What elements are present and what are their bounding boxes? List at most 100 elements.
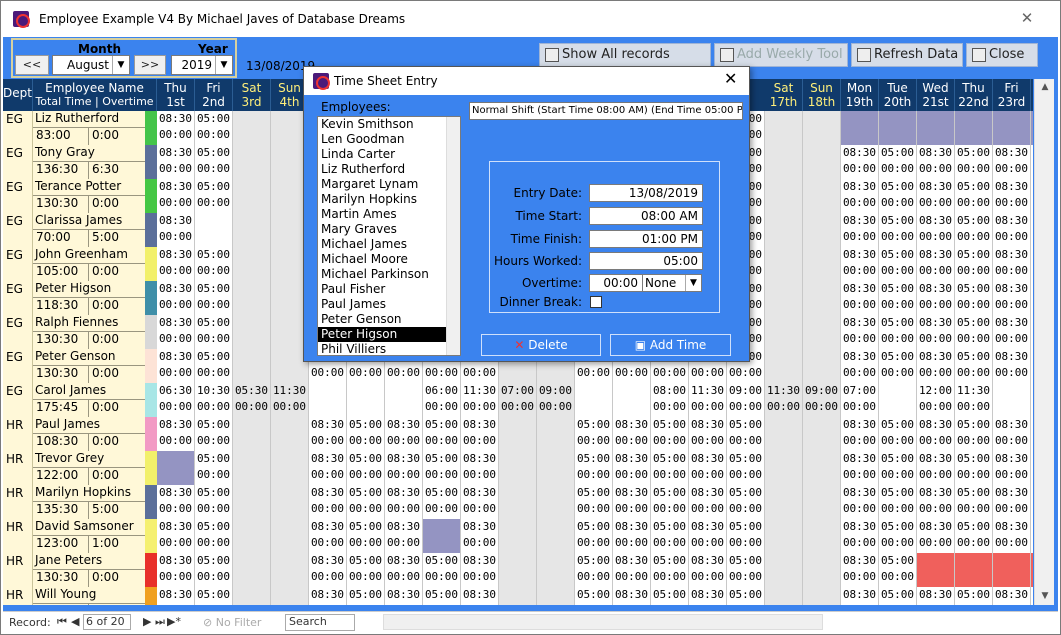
day-cell[interactable] xyxy=(765,553,803,587)
day-cell[interactable] xyxy=(195,213,233,247)
day-cell[interactable]: 08:30 00:00 xyxy=(385,553,423,587)
employees-listbox[interactable]: Kevin Smithson Len Goodman Linda Carter Liz… xyxy=(317,116,461,356)
day-cell[interactable]: 05:00 00:00 xyxy=(955,349,993,383)
list-item[interactable]: Michael Parkinson xyxy=(318,267,460,282)
day-cell[interactable] xyxy=(803,179,841,213)
day-cell[interactable]: 05:00 00:00 xyxy=(879,213,917,247)
day-cell[interactable]: 09:00 00:00 xyxy=(537,383,575,417)
employee-name-cell[interactable]: Peter Higson xyxy=(33,281,145,298)
day-cell[interactable] xyxy=(537,417,575,451)
day-cell[interactable]: 05:00 00:00 xyxy=(1031,213,1033,247)
day-cell[interactable]: 11:30 00:00 xyxy=(271,383,309,417)
day-cell[interactable]: 05:00 00:00 xyxy=(1031,587,1033,605)
day-cell[interactable]: 05:00 00:00 xyxy=(651,485,689,519)
day-cell[interactable] xyxy=(765,417,803,451)
day-cell[interactable]: 05:00 00:00 xyxy=(955,451,993,485)
day-cell[interactable]: 10:30 00:00 xyxy=(195,383,233,417)
day-cell[interactable]: 05:00 00:00 xyxy=(955,247,993,281)
day-cell[interactable] xyxy=(233,417,271,451)
day-cell[interactable] xyxy=(537,553,575,587)
day-cell[interactable]: 05:00 00:00 xyxy=(879,587,917,605)
add-time-button[interactable]: ▣ Add Time xyxy=(610,334,731,356)
day-cell[interactable] xyxy=(347,383,385,417)
day-cell[interactable]: 05:00 00:00 xyxy=(879,485,917,519)
day-cell[interactable]: 08:30 00:00 xyxy=(993,179,1031,213)
day-cell[interactable]: 05:00 00:00 xyxy=(195,587,233,605)
day-cell[interactable]: 05:00 00:00 xyxy=(1031,247,1033,281)
day-cell[interactable]: 08:30 00:00 xyxy=(841,179,879,213)
day-cell[interactable]: 08:30 00:00 xyxy=(993,145,1031,179)
day-cell[interactable]: 05:00 00:00 xyxy=(955,179,993,213)
list-item[interactable]: Peter Higson xyxy=(318,327,460,342)
search-input[interactable]: Search xyxy=(285,614,355,631)
day-cell[interactable] xyxy=(765,451,803,485)
day-cell[interactable]: 08:30 00:00 xyxy=(157,519,195,553)
day-cell[interactable]: 08:30 00:00 xyxy=(385,417,423,451)
day-cell[interactable]: 05:00 00:00 xyxy=(879,247,917,281)
day-cell[interactable]: 05:00 00:00 xyxy=(879,553,917,587)
day-cell[interactable] xyxy=(765,145,803,179)
day-cell[interactable]: 05:00 00:00 xyxy=(955,281,993,315)
day-cell[interactable] xyxy=(803,451,841,485)
day-cell[interactable] xyxy=(1031,553,1033,587)
day-cell[interactable] xyxy=(955,553,993,587)
day-cell[interactable] xyxy=(499,417,537,451)
employee-name-cell[interactable]: David Samsoner xyxy=(33,519,145,536)
employee-name-cell[interactable]: Paul James xyxy=(33,417,145,434)
day-cell[interactable] xyxy=(233,145,271,179)
day-cell[interactable]: 05:00 00:00 xyxy=(423,417,461,451)
employee-name-cell[interactable]: Tony Gray xyxy=(33,145,145,162)
day-cell[interactable] xyxy=(765,315,803,349)
table-row[interactable]: HRWill Young130:300:0008:30 00:0005:00 0… xyxy=(3,587,1033,605)
day-cell[interactable] xyxy=(1031,111,1033,145)
day-cell[interactable] xyxy=(765,179,803,213)
table-row[interactable]: HR Jane Peters 130:30 0:00 08:30 00:00 05:00 … xyxy=(3,553,1033,587)
day-cell[interactable]: 08:30 00:00 xyxy=(157,111,195,145)
employee-name-cell[interactable]: Terance Potter xyxy=(33,179,145,196)
day-cell[interactable]: 08:30 00:00 xyxy=(157,179,195,213)
time-finish-field[interactable]: 01:00 PM xyxy=(589,230,703,248)
day-cell[interactable]: 08:30 00:00 xyxy=(461,519,499,553)
day-cell[interactable]: 08:30 00:00 xyxy=(917,587,955,605)
day-cell[interactable]: 05:00 00:00 xyxy=(575,519,613,553)
day-cell[interactable] xyxy=(803,349,841,383)
day-cell[interactable]: 05:00 00:00 xyxy=(347,587,385,605)
day-cell[interactable]: 05:00 00:00 xyxy=(1031,519,1033,553)
add-weekly-tool-button[interactable]: Add Weekly Tool xyxy=(714,43,848,67)
employee-name-cell[interactable]: Marilyn Hopkins xyxy=(33,485,145,502)
day-cell[interactable]: 08:30 00:00 xyxy=(613,587,651,605)
overtime-field[interactable]: 00:00 xyxy=(589,274,643,292)
day-cell[interactable]: 05:00 00:00 xyxy=(651,553,689,587)
day-cell[interactable]: 08:30 00:00 xyxy=(309,553,347,587)
day-cell[interactable]: 07:00 00:00 xyxy=(841,383,879,417)
day-cell[interactable]: 08:30 00:00 xyxy=(689,451,727,485)
day-cell[interactable] xyxy=(271,553,309,587)
day-cell[interactable]: 05:00 00:00 xyxy=(955,587,993,605)
day-cell[interactable]: 05:00 00:00 xyxy=(879,179,917,213)
day-cell[interactable]: 08:30 00:00 xyxy=(993,587,1031,605)
day-cell[interactable]: 05:00 00:00 xyxy=(195,145,233,179)
day-cell[interactable] xyxy=(955,111,993,145)
day-cell[interactable]: 05:00 00:00 xyxy=(955,213,993,247)
day-cell[interactable]: 05:00 00:00 xyxy=(651,417,689,451)
window-close-button[interactable]: ✕ xyxy=(1017,7,1037,29)
day-cell[interactable]: 05:00 00:00 xyxy=(1031,281,1033,315)
day-cell[interactable]: 08:30 00:00 xyxy=(157,349,195,383)
day-cell[interactable] xyxy=(499,587,537,605)
day-cell[interactable]: 05:00 00:00 xyxy=(1031,417,1033,451)
day-cell[interactable]: 05:00 00:00 xyxy=(347,485,385,519)
day-cell[interactable] xyxy=(157,451,195,485)
day-cell[interactable] xyxy=(233,587,271,605)
day-cell[interactable]: 05:00 00:00 xyxy=(195,485,233,519)
day-cell[interactable]: 05:00 00:00 xyxy=(423,451,461,485)
day-cell[interactable]: 08:30 00:00 xyxy=(841,247,879,281)
day-cell[interactable] xyxy=(499,485,537,519)
list-item[interactable]: Mary Graves xyxy=(318,222,460,237)
delete-button[interactable]: ✕ Delete xyxy=(481,334,601,356)
day-cell[interactable]: 05:00 00:00 xyxy=(879,281,917,315)
list-scrollbar[interactable] xyxy=(446,117,460,355)
list-item[interactable]: Margaret Lynam xyxy=(318,177,460,192)
day-cell[interactable]: 08:30 00:00 xyxy=(613,485,651,519)
day-cell[interactable]: 08:30 00:00 xyxy=(993,519,1031,553)
table-row[interactable]: EG Carol James 175:45 0:00 06:30 00:00 10:30 … xyxy=(3,383,1033,417)
